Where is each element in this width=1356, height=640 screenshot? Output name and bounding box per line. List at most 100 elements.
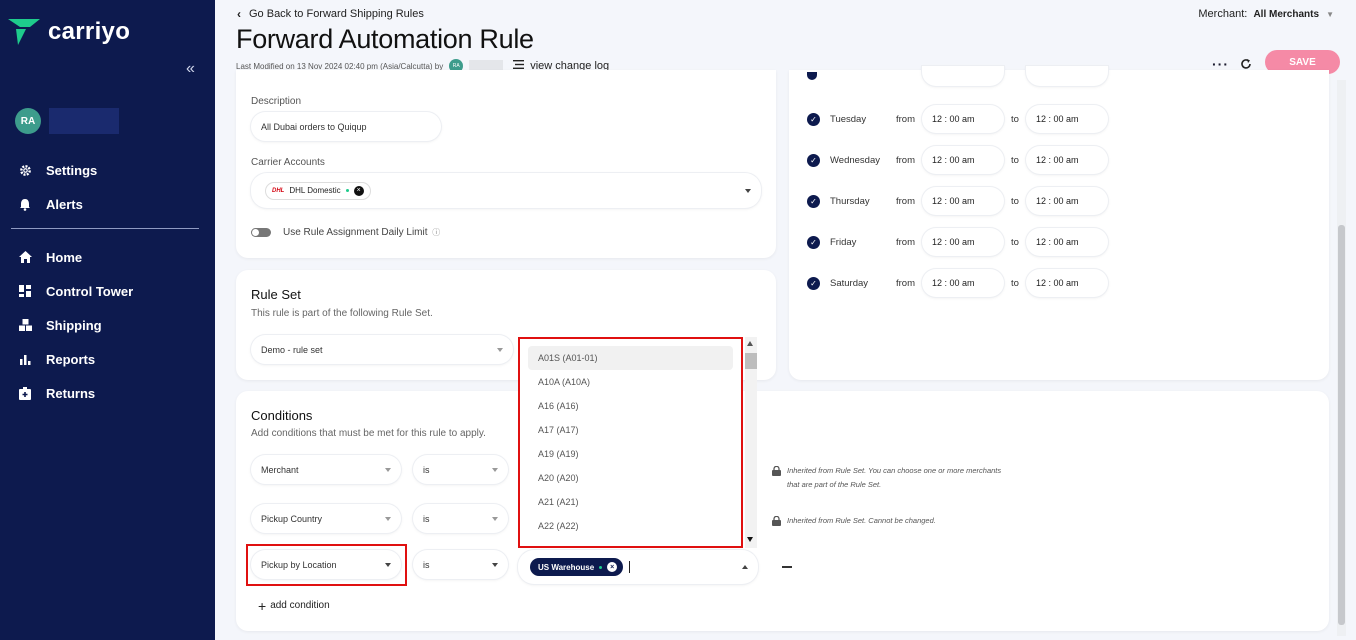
carrier-accounts-select[interactable]: DHL DHL Domestic × [251, 173, 761, 208]
collapse-sidebar-icon[interactable]: « [186, 60, 195, 78]
chevron-down-icon [492, 467, 498, 472]
chevron-down-icon [745, 188, 751, 193]
to-label: to [1011, 154, 1019, 166]
nav-item-home[interactable]: Home [0, 240, 215, 274]
from-time-input[interactable]: 12 : 00 am [922, 269, 1004, 297]
status-dot-icon [599, 565, 603, 569]
location-dropdown: A01S (A01-01) A10A (A10A) A16 (A16) A17 (A1… [518, 337, 743, 548]
rule-set-select[interactable]: Demo - rule set [251, 335, 513, 364]
condition-operator-select[interactable]: is [413, 455, 508, 484]
to-time-input[interactable]: 12 : 00 am [1026, 105, 1108, 133]
nav-item-reports[interactable]: Reports [0, 342, 215, 376]
info-icon[interactable]: ⓘ [432, 228, 440, 237]
check-circle-icon[interactable]: ✓ [807, 153, 820, 167]
to-label: to [1011, 195, 1019, 207]
check-circle-icon[interactable]: ✓ [807, 112, 820, 126]
nav-top: Settings Alerts [0, 153, 215, 221]
dropdown-option[interactable]: A23 (A23) [528, 538, 733, 546]
conditions-title: Conditions [251, 408, 313, 423]
condition-operator-select[interactable]: is [413, 504, 508, 533]
scroll-up-icon[interactable] [747, 341, 753, 346]
dropdown-scrollbar[interactable] [745, 337, 757, 548]
from-time-input[interactable]: 12 : 00 am [922, 228, 1004, 256]
to-time-input[interactable]: 12 : 00 am [1026, 269, 1108, 297]
condition-operator-value: is [423, 559, 430, 570]
nav-item-alerts[interactable]: Alerts [0, 187, 215, 221]
text-cursor [629, 561, 631, 573]
dropdown-option[interactable]: A22 (A22) [528, 514, 733, 538]
rule-set-title: Rule Set [251, 287, 301, 302]
nav-item-control-tower[interactable]: Control Tower [0, 274, 215, 308]
dropdown-option[interactable]: A01S (A01-01) [528, 346, 733, 370]
schedule-row: ✓ Thursday from to [807, 187, 1019, 215]
back-link[interactable]: ‹ Go Back to Forward Shipping Rules [237, 7, 424, 21]
check-circle-icon[interactable]: ✓ [807, 276, 820, 290]
dhl-logo-icon: DHL [272, 187, 285, 194]
chevron-down-icon [385, 467, 391, 472]
dropdown-option[interactable]: A17 (A17) [528, 418, 733, 442]
check-circle-icon[interactable]: ✓ [807, 194, 820, 208]
nav-label: Home [46, 249, 83, 265]
condition-info-text: Inherited from Rule Set. You can choose … [787, 466, 1002, 489]
from-time-input[interactable]: 12 : 00 am [922, 146, 1004, 174]
from-time-input[interactable]: 12 : 00 am [922, 105, 1004, 133]
condition-operator-value: is [423, 513, 430, 524]
chevron-down-icon [385, 516, 391, 521]
condition-info: Inherited from Rule Set. Cannot be chang… [772, 514, 1032, 528]
day-label: Tuesday [830, 113, 867, 125]
add-condition-button[interactable]: + add condition [258, 599, 330, 613]
nav-label: Control Tower [46, 283, 134, 299]
to-time-input[interactable]: 12 : 00 am [1026, 228, 1108, 256]
location-multiselect[interactable]: US Warehouse × [518, 550, 758, 584]
dropdown-option[interactable]: A16 (A16) [528, 394, 733, 418]
to-time-input[interactable]: 12 : 00 am [1026, 187, 1108, 215]
page-title: Forward Automation Rule [236, 24, 534, 54]
from-label: from [896, 195, 915, 207]
condition-field-select[interactable]: Pickup Country [251, 504, 401, 533]
remove-chip-icon[interactable]: × [353, 185, 364, 196]
carrier-chip: DHL DHL Domestic × [265, 181, 371, 200]
to-label: to [1011, 113, 1019, 125]
page-scrollbar-thumb[interactable] [1338, 225, 1345, 625]
carrier-accounts-label: Carrier Accounts [251, 157, 325, 168]
carriyo-logo[interactable]: carriyo [8, 18, 130, 46]
condition-operator-select[interactable]: is [413, 550, 508, 579]
from-label: from [896, 277, 915, 289]
merchant-label: Merchant: [1198, 8, 1248, 20]
scroll-down-icon[interactable] [747, 537, 753, 542]
time-input-partial[interactable] [1026, 66, 1108, 86]
from-time-input[interactable]: 12 : 00 am [922, 187, 1004, 215]
conditions-subtitle: Add conditions that must be met for this… [251, 428, 486, 439]
dropdown-option[interactable]: A21 (A21) [528, 490, 733, 514]
location-chip: US Warehouse × [530, 558, 624, 576]
dropdown-options: A01S (A01-01) A10A (A10A) A16 (A16) A17 (A1… [520, 339, 741, 546]
dropdown-option[interactable]: A19 (A19) [528, 442, 733, 466]
merchant-selector[interactable]: Merchant: All Merchants ▼ [1198, 8, 1334, 20]
remove-condition-button[interactable] [782, 566, 792, 568]
dropdown-option[interactable]: A10A (A10A) [528, 370, 733, 394]
to-time-input[interactable]: 12 : 00 am [1026, 146, 1108, 174]
dropdown-option[interactable]: A20 (A20) [528, 466, 733, 490]
from-label: from [896, 154, 915, 166]
chevron-up-icon [742, 565, 748, 569]
nav-item-returns[interactable]: Returns [0, 376, 215, 410]
nav-item-shipping[interactable]: Shipping [0, 308, 215, 342]
condition-field-select[interactable]: Merchant [251, 455, 401, 484]
condition-operator-value: is [423, 464, 430, 475]
check-circle-icon[interactable]: ✓ [807, 235, 820, 249]
from-label: from [896, 236, 915, 248]
condition-info: Inherited from Rule Set. You can choose … [772, 464, 1012, 492]
sidebar: carriyo « RA Settings Alerts Home Contro… [0, 0, 215, 640]
avatar: RA [15, 108, 41, 134]
nav-item-settings[interactable]: Settings [0, 153, 215, 187]
description-value: All Dubai orders to Quiqup [261, 121, 367, 132]
user-profile[interactable]: RA [15, 108, 119, 134]
scrollbar-thumb[interactable] [745, 353, 757, 369]
time-input-partial[interactable] [922, 66, 1004, 86]
nav-divider [11, 228, 199, 229]
condition-info-text: Inherited from Rule Set. Cannot be chang… [787, 516, 936, 525]
description-input[interactable]: All Dubai orders to Quiqup [251, 112, 441, 141]
remove-chip-icon[interactable]: × [607, 562, 618, 572]
lock-icon [772, 515, 781, 526]
daily-limit-toggle[interactable] [251, 228, 271, 237]
